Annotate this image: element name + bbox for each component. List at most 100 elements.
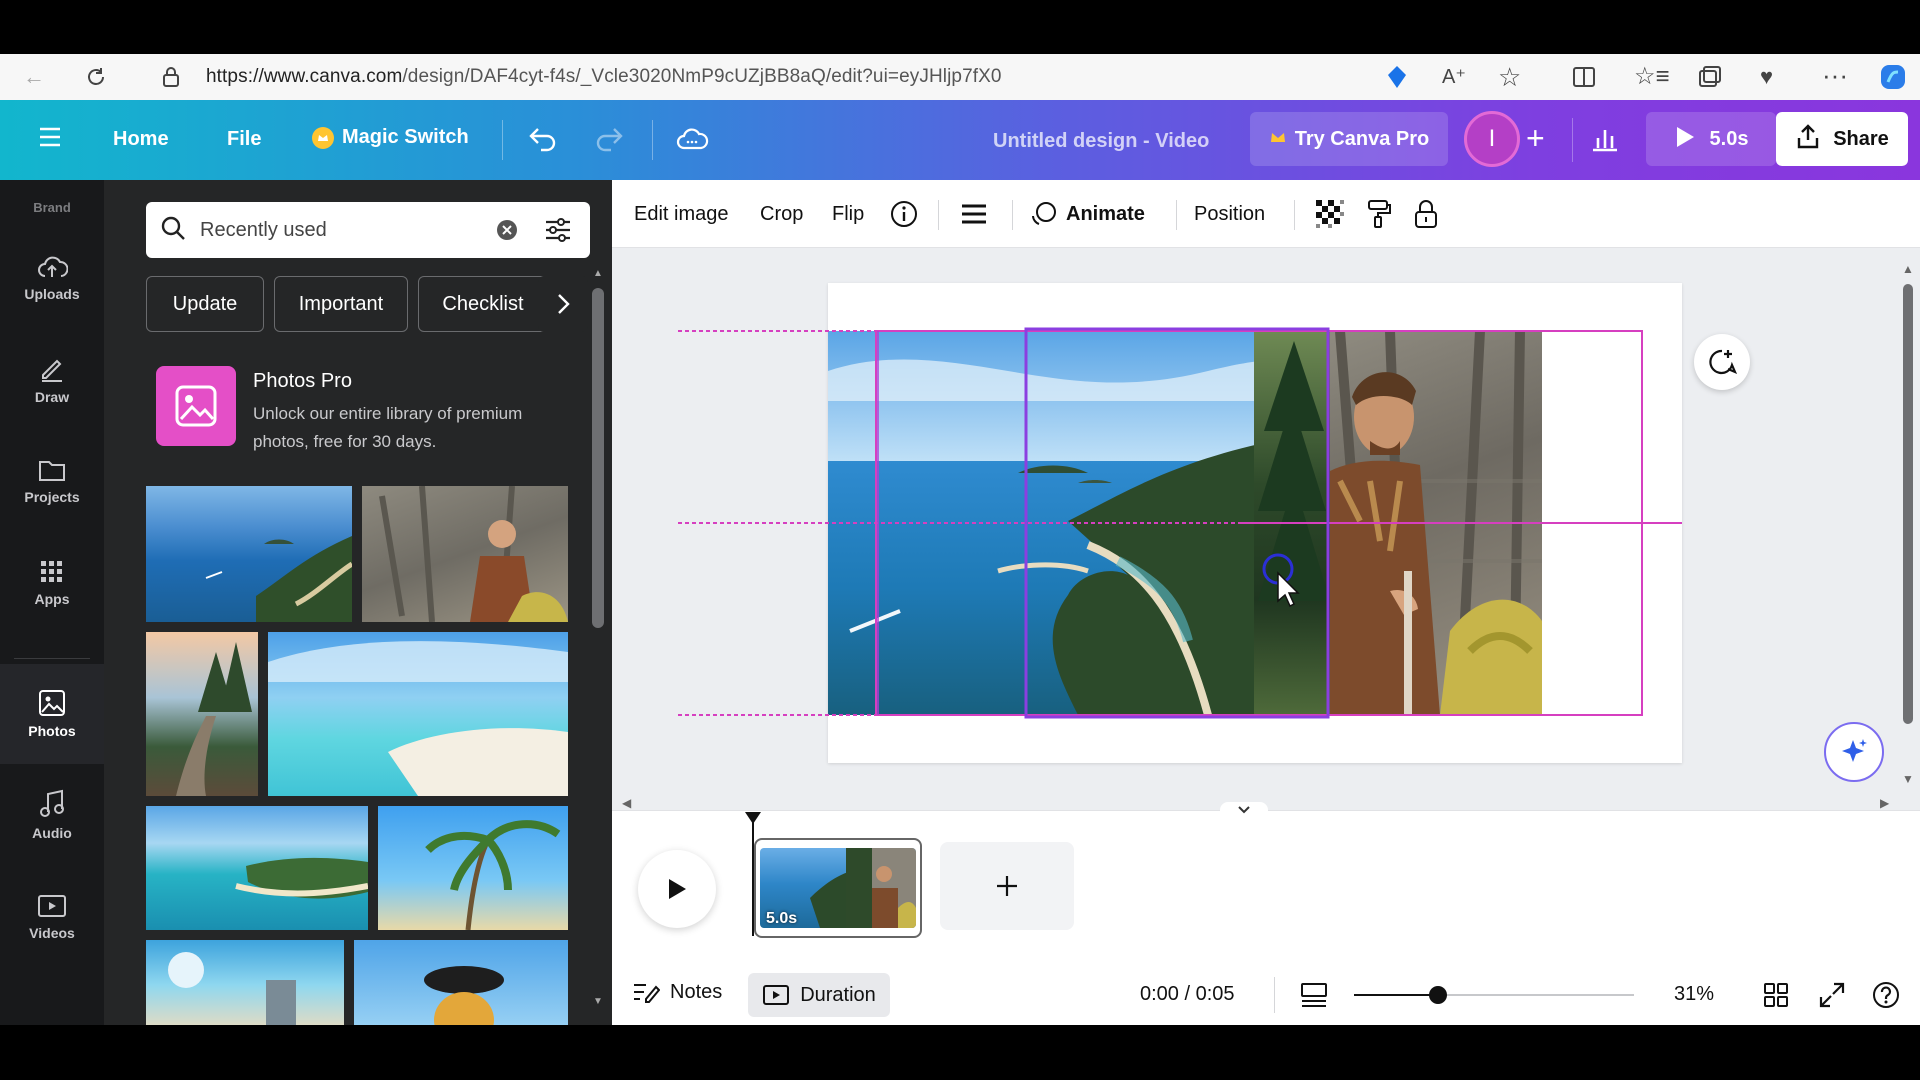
crop-button[interactable]: Crop xyxy=(760,180,803,248)
edit-image-button[interactable]: Edit image xyxy=(634,180,729,248)
editor-header: Home File Magic Switch Untitled design -… xyxy=(0,100,1920,180)
playhead-handle[interactable] xyxy=(745,812,761,824)
selection-guides xyxy=(678,327,1682,719)
draw-pen-icon xyxy=(42,359,62,382)
reload-icon[interactable] xyxy=(84,65,108,89)
lock-button[interactable] xyxy=(1414,180,1438,248)
split-screen-icon[interactable] xyxy=(1572,66,1596,93)
page-view-button[interactable] xyxy=(1300,981,1328,1014)
rail-item-uploads[interactable]: Uploads xyxy=(0,230,104,324)
workspace-scroll-right-icon[interactable]: ▶ xyxy=(1880,796,1889,810)
animate-button[interactable]: Animate xyxy=(1030,180,1145,248)
rail-item-projects[interactable]: Projects xyxy=(0,434,104,528)
workspace-vertical-scrollbar[interactable] xyxy=(1903,284,1913,724)
home-button[interactable]: Home xyxy=(113,128,169,151)
arrange-button[interactable] xyxy=(960,180,988,248)
panel-scroll-down-icon[interactable]: ▼ xyxy=(593,996,603,1007)
back-icon[interactable]: ← xyxy=(22,65,46,89)
paint-roller-icon xyxy=(1368,200,1391,228)
read-aloud-icon[interactable]: A⁺ xyxy=(1442,64,1466,89)
collapse-timeline-button[interactable] xyxy=(1220,802,1268,818)
cloud-save-icon[interactable] xyxy=(675,126,709,157)
file-menu-button[interactable]: File xyxy=(227,128,261,151)
panel-scroll-up-icon[interactable]: ▲ xyxy=(593,268,603,279)
rail-item-label: Audio xyxy=(32,825,72,841)
chips-next-button[interactable] xyxy=(538,276,588,332)
workspace-scroll-down-icon[interactable]: ▼ xyxy=(1902,772,1914,786)
photo-thumbnail-hiker[interactable] xyxy=(362,486,568,622)
collections-icon[interactable] xyxy=(1698,66,1722,93)
photos-pro-title[interactable]: Photos Pro xyxy=(253,370,352,393)
add-comment-button[interactable] xyxy=(1694,334,1750,390)
insights-icon[interactable] xyxy=(1590,126,1620,157)
browser-essentials-icon[interactable]: ♥ xyxy=(1760,64,1773,90)
workspace-scroll-up-icon[interactable]: ▲ xyxy=(1902,262,1914,276)
filter-chip-checklist[interactable]: Checklist xyxy=(418,276,548,332)
left-rail: Brand Uploads Draw Projects Apps Photos … xyxy=(0,180,104,1025)
photo-thumbnail-palm-trees[interactable] xyxy=(378,806,568,930)
play-icon xyxy=(669,879,686,899)
transparency-icon xyxy=(1316,200,1344,228)
rail-item-label: Draw xyxy=(34,389,70,405)
play-preview-button[interactable]: 5.0s xyxy=(1646,112,1776,166)
timeline-clip[interactable]: 5.0s xyxy=(754,838,922,938)
clear-search-icon[interactable] xyxy=(496,219,518,246)
redo-icon[interactable] xyxy=(594,126,624,157)
filter-icon[interactable] xyxy=(544,217,572,248)
try-canva-pro-button[interactable]: Try Canva Pro xyxy=(1250,112,1448,166)
add-page-button[interactable] xyxy=(940,842,1074,930)
position-button[interactable]: Position xyxy=(1194,180,1265,248)
photo-thumbnail-tropical-coast[interactable] xyxy=(146,806,368,930)
search-input[interactable]: Recently used xyxy=(146,202,590,258)
rail-item-photos[interactable]: Photos xyxy=(0,664,104,764)
design-title[interactable]: Untitled design - Video xyxy=(993,130,1209,153)
favorite-icon[interactable]: ☆ xyxy=(1498,62,1521,93)
notes-button[interactable]: Notes xyxy=(632,979,722,1005)
more-options-icon[interactable]: ··· xyxy=(1822,60,1848,91)
workspace-scroll-left-icon[interactable]: ◀ xyxy=(622,796,631,810)
video-icon xyxy=(38,895,66,917)
photo-thumbnail-island[interactable] xyxy=(146,486,352,622)
fullscreen-button[interactable] xyxy=(1818,981,1846,1014)
undo-icon[interactable] xyxy=(528,126,558,157)
extension-icon[interactable] xyxy=(1384,64,1410,95)
rail-item-draw[interactable]: Draw xyxy=(0,332,104,426)
copy-style-button[interactable] xyxy=(1366,180,1392,248)
duration-button[interactable]: Duration xyxy=(748,973,890,1017)
user-avatar[interactable]: I xyxy=(1464,111,1520,167)
flip-button[interactable]: Flip xyxy=(832,180,864,248)
photo-thumbnail-pineapple[interactable] xyxy=(354,940,568,1025)
duration-label: Duration xyxy=(800,983,876,1006)
photos-pro-icon[interactable] xyxy=(156,366,236,446)
rail-item-videos[interactable]: Videos xyxy=(0,870,104,964)
rail-item-label: Brand xyxy=(33,200,71,215)
design-page[interactable] xyxy=(678,283,1682,763)
filter-chip-important[interactable]: Important xyxy=(274,276,408,332)
address-bar[interactable]: https://www.canva.com/design/DAF4cyt-f4s… xyxy=(140,59,1320,95)
plus-icon[interactable]: + xyxy=(1526,122,1545,154)
rail-item-label: Photos xyxy=(28,723,76,739)
magic-switch-button[interactable]: Magic Switch xyxy=(312,126,469,149)
rail-item-audio[interactable]: Audio xyxy=(0,768,104,862)
url-domain: https://www.canva.com xyxy=(206,66,403,87)
photo-thumbnail-beach-sandbar[interactable] xyxy=(268,632,568,796)
share-button[interactable]: Share xyxy=(1776,112,1908,166)
timeline-play-button[interactable] xyxy=(638,850,716,928)
photo-thumbnail-forest-trail[interactable] xyxy=(146,632,258,796)
zoom-slider[interactable] xyxy=(1354,986,1634,1004)
filter-chip-update[interactable]: Update xyxy=(146,276,264,332)
transparency-button[interactable] xyxy=(1316,180,1344,248)
menu-icon[interactable] xyxy=(38,126,62,153)
panel-scrollbar[interactable] xyxy=(592,288,604,628)
favorites-bar-icon[interactable]: ☆≡ xyxy=(1634,62,1670,91)
zoom-percentage[interactable]: 31% xyxy=(1674,983,1714,1006)
grid-view-button[interactable] xyxy=(1762,981,1790,1014)
copilot-icon[interactable] xyxy=(1878,62,1908,97)
help-button[interactable] xyxy=(1872,981,1900,1014)
rail-item-apps[interactable]: Apps xyxy=(0,536,104,630)
magic-assistant-button[interactable] xyxy=(1824,722,1884,782)
photo-thumbnail-resort[interactable] xyxy=(146,940,344,1025)
zoom-slider-handle[interactable] xyxy=(1429,986,1447,1004)
info-button[interactable] xyxy=(890,180,918,248)
rail-item-brand[interactable]: Brand xyxy=(0,180,104,220)
